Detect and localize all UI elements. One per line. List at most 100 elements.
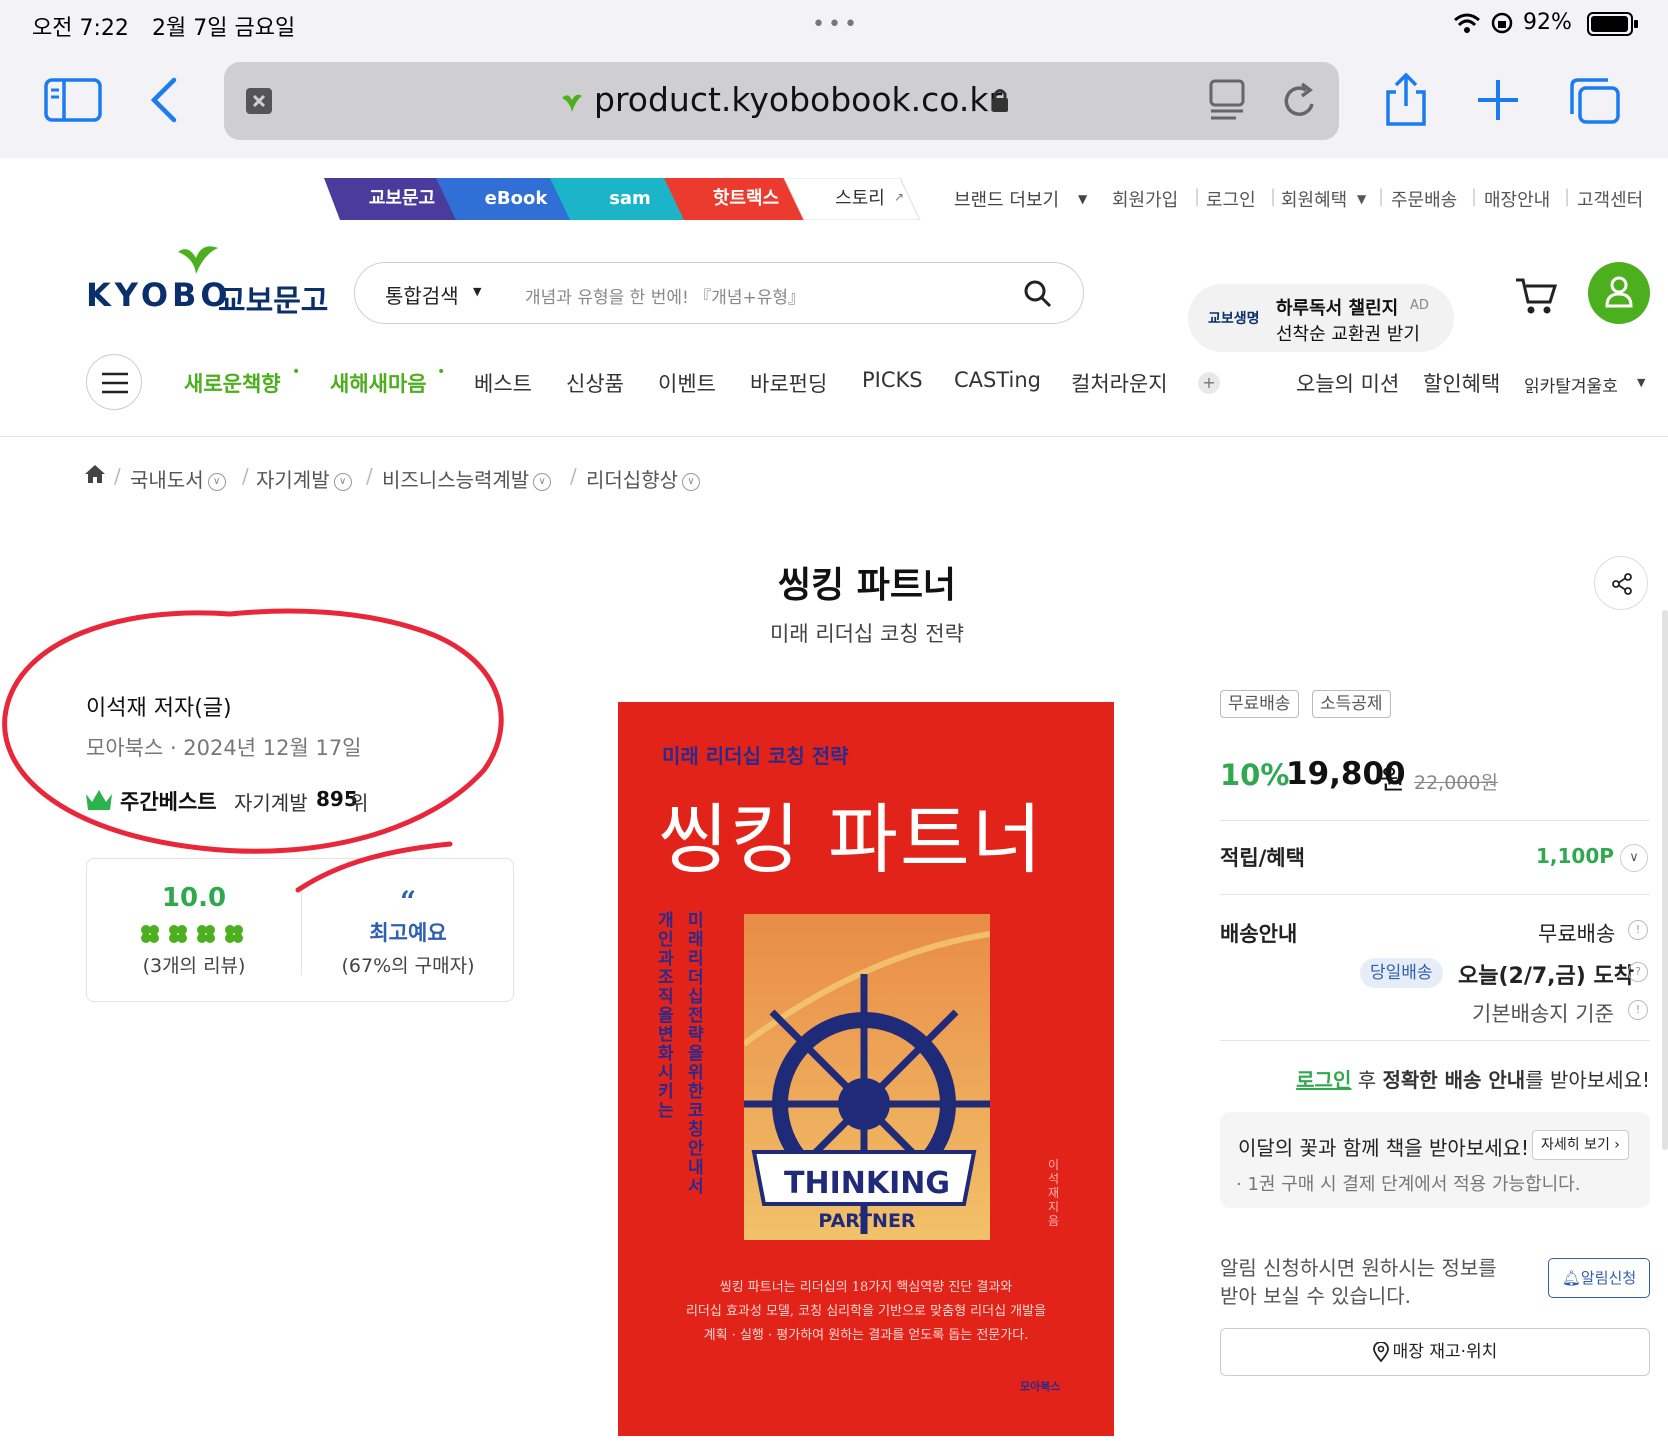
free-shipping-tag: 무료배송 [1220,690,1299,718]
search-category-select[interactable]: 통합검색 [385,280,459,309]
login-link-inline[interactable]: 로그인 [1296,1068,1351,1092]
cover-emblem-sub: PARTNER [818,1210,916,1232]
delivery-value: 무료배송 [1538,922,1616,946]
ad-title: 하루독서 챌린지 [1276,298,1399,319]
address-bar[interactable]: product.kyobobook.co.kr [224,62,1339,140]
kyobo-leaf-icon [178,246,218,274]
gnb-more-plus-icon[interactable]: + [1198,372,1220,394]
member-benefits-link[interactable]: 회원혜택 [1281,186,1347,212]
breadcrumb-label: 리더십향상 [586,468,678,492]
tab-hottracks[interactable]: 핫트랙스 [694,178,798,220]
share-icon[interactable] [1382,72,1430,128]
gnb-new-year[interactable]: 새해새마음 [330,368,427,398]
customer-center-link[interactable]: 고객센터 [1577,186,1643,212]
tab-kyobo[interactable]: 교보문고 [352,178,452,220]
address-basis[interactable]: 기본배송지 기준 [1472,998,1614,1028]
book-cover[interactable]: 미래 리더십 코칭 전략 씽킹 파트너 미래 리더십 전략을 위한 코칭 안내서… [618,702,1114,1436]
points-value: 1,100P [1536,844,1614,868]
clover-icon [141,925,159,943]
logo-text-ko: 교보문고 [218,284,329,319]
gnb-best[interactable]: 베스트 [474,368,532,398]
close-tab-icon[interactable] [246,88,272,114]
member-benefits-caret-icon[interactable]: ▼ [1357,192,1366,206]
gnb-events[interactable]: 이벤트 [658,368,716,398]
gnb-casting[interactable]: CASTing [954,368,1041,392]
chevron-down-icon: ∨ [533,472,552,491]
login-link[interactable]: 로그인 [1206,186,1256,212]
gnb-funding[interactable]: 바로펀딩 [750,368,827,398]
brand-more-link[interactable]: 브랜드 더보기 [954,186,1059,212]
sale-price-unit: 원 [1380,765,1405,796]
gnb-new-books[interactable]: 새로운책향 [184,368,281,398]
my-account-button[interactable] [1588,262,1650,324]
gnb-new-products[interactable]: 신상품 [566,368,624,398]
breadcrumb-domestic[interactable]: 국내도서 ∨ [130,464,226,493]
share-button[interactable] [1594,556,1648,610]
gnb-magazine-caret-icon[interactable]: ▼ [1637,376,1645,389]
tax-deduction-tag: 소득공제 [1312,690,1391,718]
address-info-icon[interactable]: ! [1628,1000,1648,1020]
chevron-down-icon: ∨ [207,472,226,491]
breadcrumb-label: 국내도서 [130,468,204,492]
ad-badge: AD [1410,298,1429,313]
category-menu-button[interactable] [86,354,142,410]
url-text[interactable]: product.kyobobook.co.kr [594,80,1002,119]
delivery-info-icon[interactable]: ! [1628,920,1648,940]
search-bar[interactable]: 통합검색 ▼ 개념과 유형을 한 번에! 『개념+유형』 [354,262,1084,324]
top-separator: | [1194,186,1201,207]
lock-icon [992,89,1008,112]
panel-divider [1220,894,1650,895]
multitask-dots-icon[interactable]: ••• [812,12,860,37]
store-stock-button[interactable]: 매장 재고·위치 [1220,1328,1650,1376]
home-icon[interactable] [84,464,106,484]
bell-icon: 🔔︎ [1561,1269,1581,1287]
flower-more-button[interactable]: 자세히 보기 › [1532,1130,1629,1160]
top-separator: | [1270,186,1277,207]
search-category-caret-icon[interactable]: ▼ [473,285,481,298]
tab-ebook[interactable]: eBook [466,178,566,220]
new-tab-icon[interactable] [1476,78,1520,122]
breadcrumb-self-help[interactable]: 자기계발 ∨ [256,464,352,493]
delivery-label: 배송안내 [1220,922,1298,946]
brand-more-caret-icon[interactable]: ▼ [1078,192,1087,206]
cover-side-text-2: 개인과 조직을 변화시키는 [658,911,674,1121]
points-expand-chevron-icon[interactable]: ∨ [1620,844,1648,872]
rating-clover-icons [141,925,243,943]
wifi-icon [1454,13,1480,33]
reader-icon[interactable] [1208,78,1246,122]
store-info-link[interactable]: 매장안내 [1484,186,1550,212]
gnb-discounts[interactable]: 할인혜택 [1423,368,1500,398]
gnb-today-mission[interactable]: 오늘의 미션 [1296,368,1399,398]
order-delivery-link[interactable]: 주문배송 [1391,186,1457,212]
annotation-circle [2,608,504,893]
arrival-help-icon[interactable]: ? [1628,962,1648,982]
alarm-request-button[interactable]: 🔔︎알림신청 [1548,1258,1650,1298]
login-note-bold: 정확한 배송 안내 [1382,1068,1526,1092]
panel-divider [1220,1040,1650,1041]
gnb-culture-lounge[interactable]: 컬처라운지 [1071,368,1168,398]
sidebar-toggle-icon[interactable] [44,78,104,124]
cover-frame: THINKING PARTNER [744,914,990,1240]
signup-link[interactable]: 회원가입 [1112,186,1178,212]
search-icon[interactable] [1023,279,1053,309]
cover-side-text-1: 미래 리더십 전략을 위한 코칭 안내서 [688,911,704,1197]
cart-icon[interactable] [1514,274,1558,318]
flower-more-label: 자세히 보기 [1541,1137,1610,1153]
breadcrumb-business[interactable]: 비즈니스능력계발 ∨ [382,464,552,493]
breadcrumb-separator: / [242,464,249,488]
tabs-overview-icon[interactable] [1568,76,1622,126]
breadcrumb-separator: / [114,464,121,488]
breadcrumb-leadership[interactable]: 리더십향상 ∨ [586,464,700,493]
back-icon[interactable] [148,76,182,126]
search-input[interactable]: 개념과 유형을 한 번에! 『개념+유형』 [525,283,805,308]
page-scrollbar[interactable] [1662,610,1668,1150]
tab-sam[interactable]: sam [580,178,680,220]
product-subtitle: 미래 리더십 코칭 전략 [770,622,964,646]
header-ad-banner[interactable]: 교보생명 하루독서 챌린지 AD 선착순 교환권 받기 [1188,284,1454,352]
clover-icon [197,925,215,943]
gnb-picks[interactable]: PICKS [862,368,923,392]
reload-icon[interactable] [1280,80,1320,122]
gnb-magazine[interactable]: 읽카탈겨울호 [1524,372,1618,397]
orientation-lock-icon [1491,12,1513,34]
login-note-tail: 를 받아보세요! [1525,1068,1650,1092]
